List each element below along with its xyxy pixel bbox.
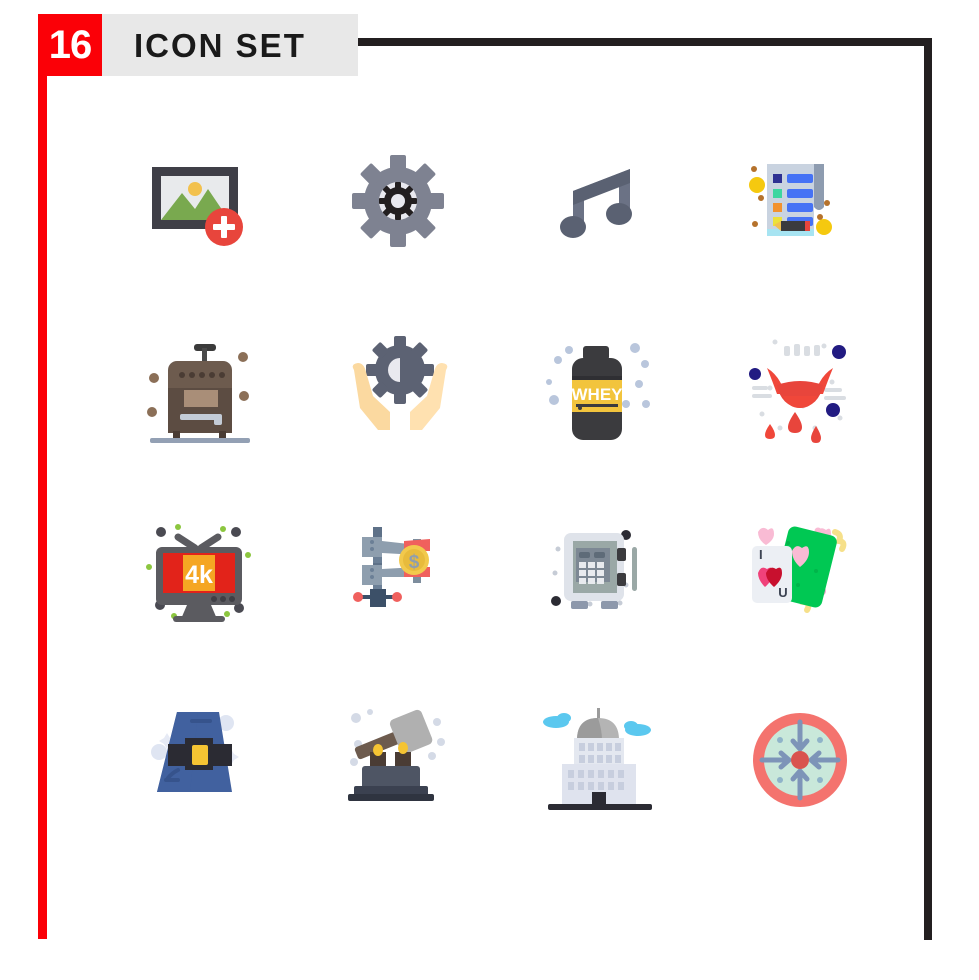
pilgrim-hat-icon [151, 711, 239, 792]
poster-header: 16 ICON SET [38, 14, 358, 76]
page-title: ICON SET [102, 14, 358, 76]
icon-cell-money-clamp[interactable]: $ [300, 482, 500, 667]
icon-cell-whey-protein[interactable]: WHEY [500, 297, 700, 482]
icon-cell-add-image[interactable] [100, 112, 300, 297]
frame-top-rail [352, 38, 932, 46]
svg-text:WHEY: WHEY [572, 385, 624, 404]
icon-cell-love-playing-cards[interactable]: I U [700, 482, 900, 667]
four-k-tv-icon: 4k [146, 523, 251, 622]
frame-left-rail [38, 14, 47, 939]
coffee-machine-icon [147, 343, 250, 443]
icon-cell-vampire-fangs[interactable] [700, 297, 900, 482]
capitol-building-icon [543, 707, 652, 810]
svg-text:I: I [759, 547, 763, 562]
icon-cell-checklist-notepad[interactable] [700, 112, 900, 297]
icon-set-poster: 16 ICON SET WHEY 4k $ I U [0, 0, 979, 980]
icon-cell-hammer-anvil[interactable] [300, 667, 500, 852]
safe-vault-icon [551, 529, 637, 609]
hammer-anvil-icon [348, 708, 445, 801]
icon-count-badge: 16 [38, 14, 102, 76]
icon-cell-four-k-tv[interactable]: 4k [100, 482, 300, 667]
money-clamp-icon: $ [353, 526, 430, 607]
icon-cell-capitol-building[interactable] [500, 667, 700, 852]
svg-text:U: U [778, 585, 787, 600]
hands-gear-support-icon [352, 335, 448, 430]
frame-right-rail [924, 38, 932, 940]
checklist-notepad-icon [749, 163, 832, 236]
icon-cell-coffee-machine[interactable] [100, 297, 300, 482]
icon-cell-music-note[interactable] [500, 112, 700, 297]
vampire-fangs-icon [749, 339, 846, 443]
love-playing-cards-icon: I U [752, 526, 847, 613]
icon-cell-settings-gear[interactable] [300, 112, 500, 297]
whey-protein-icon: WHEY [546, 342, 650, 440]
icon-cell-focus-target[interactable] [700, 667, 900, 852]
icon-grid: WHEY 4k $ I U [100, 112, 900, 852]
svg-text:$: $ [409, 552, 420, 573]
music-note-icon [560, 168, 632, 238]
icon-cell-hands-gear-support[interactable] [300, 297, 500, 482]
add-image-icon [152, 166, 243, 246]
icon-cell-safe-vault[interactable] [500, 482, 700, 667]
focus-target-icon [753, 712, 847, 807]
svg-text:4k: 4k [185, 561, 213, 589]
icon-cell-pilgrim-hat[interactable] [100, 667, 300, 852]
gear-settings-icon [352, 154, 444, 247]
